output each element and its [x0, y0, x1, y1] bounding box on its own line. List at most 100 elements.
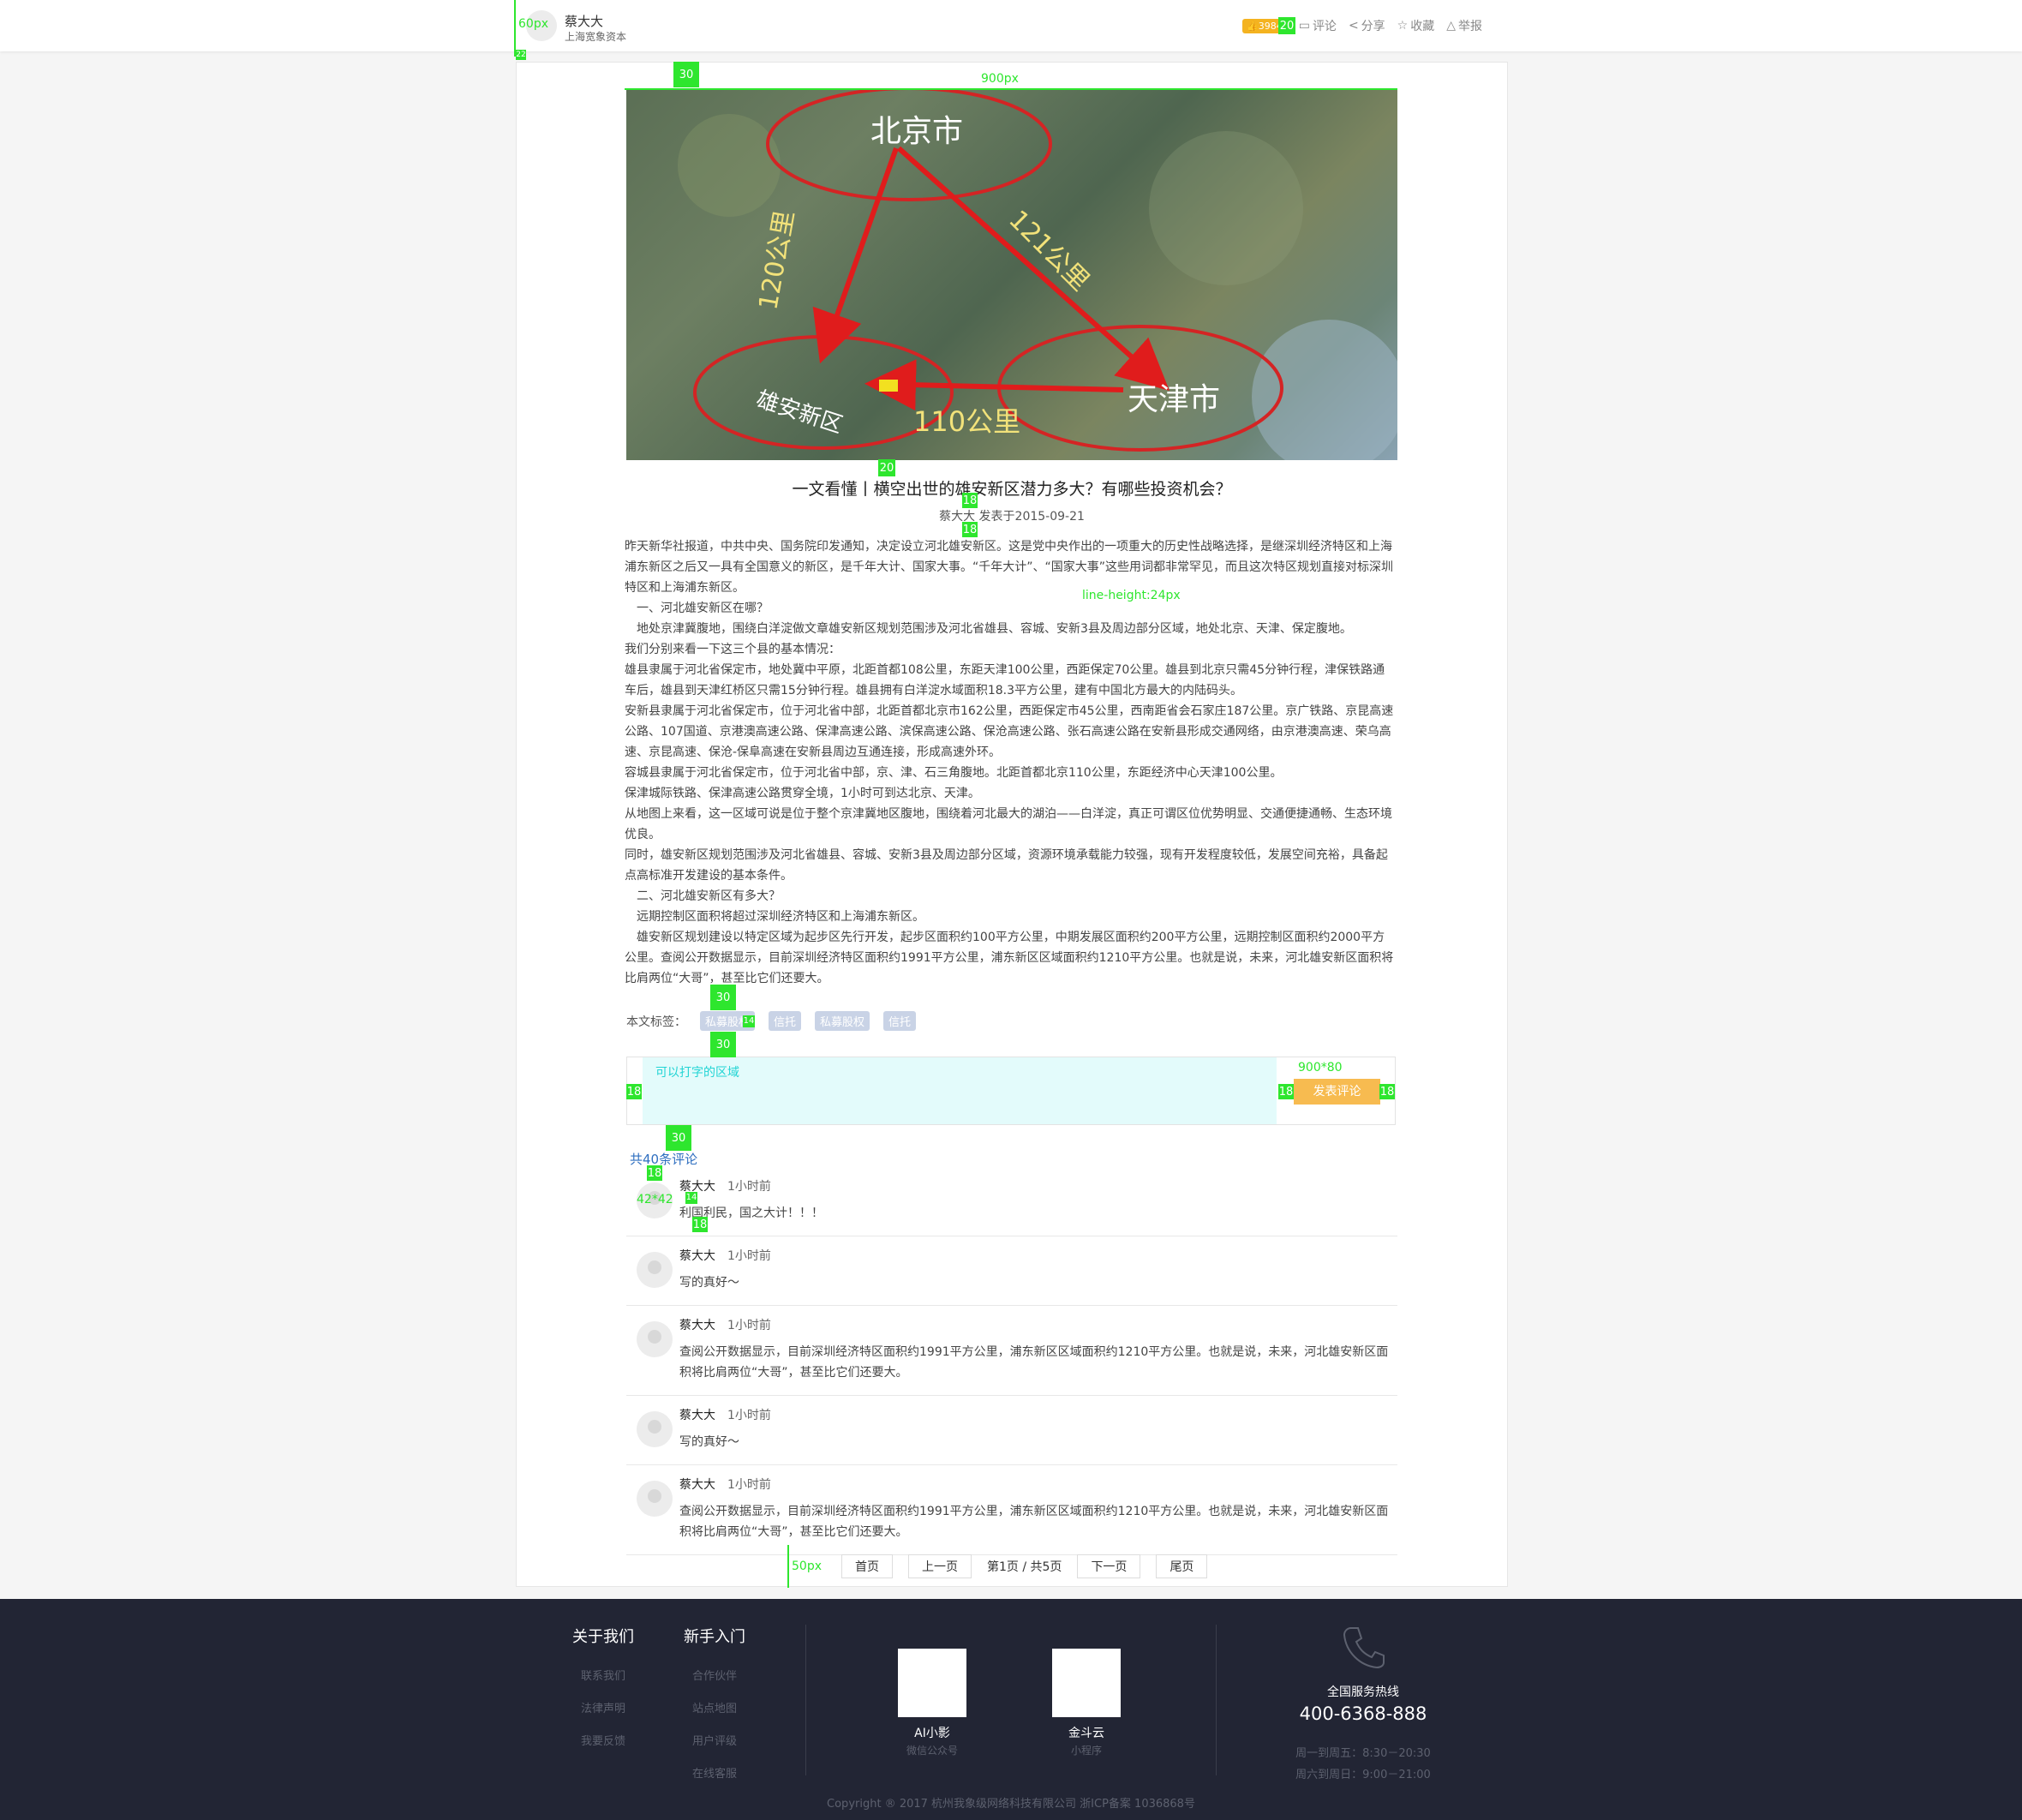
comment-input-placeholder: 可以打字的区域 — [655, 1066, 739, 1080]
report-label: 举报 — [1458, 20, 1483, 33]
comment-item: 蔡大大 1小时前 写的真好～ — [626, 1396, 1397, 1465]
annotation-marker: 18 — [962, 522, 978, 537]
commenter-name[interactable]: 蔡大大 — [679, 1319, 715, 1332]
footer-col-guide: 新手入门 合作伙伴 站点地图 用户评级 在线客服 — [684, 1625, 745, 1791]
star-icon: ☆ — [1397, 19, 1409, 33]
label-distance-1: 120公里 — [753, 208, 800, 313]
author-org: 上海宽象资本 — [565, 31, 627, 43]
comment-list: 蔡大大 1小时前 利国利民，国之大计！！！ 蔡大大 1小时前 写的真好～ 蔡大大 1小… — [626, 1167, 1397, 1555]
paragraph: 昨天新华社报道，中共中央、国务院印发通知，决定设立河北雄安新区。这是党中央作出的… — [625, 540, 1394, 595]
annotation-guide — [625, 88, 1397, 90]
copyright: Copyright ® 2017 杭州我象级网络科技有限公司 浙ICP备案 10… — [827, 1798, 1195, 1811]
page-info: 第1页 / 共5页 — [987, 1560, 1062, 1574]
last-page-button[interactable]: 尾页 — [1156, 1554, 1208, 1578]
share-action[interactable]: < 分享 — [1349, 17, 1385, 34]
footer-link[interactable]: 站点地图 — [684, 1693, 745, 1726]
paragraph: 一、河北雄安新区在哪？ — [625, 602, 769, 615]
footer-link[interactable]: 用户评级 — [684, 1726, 745, 1758]
comment-time: 1小时前 — [727, 1319, 771, 1332]
footer-link[interactable]: 合作伙伴 — [684, 1661, 745, 1693]
comment-time: 1小时前 — [727, 1249, 771, 1263]
comment-icon: ▭ — [1298, 19, 1310, 33]
hero-map-image: 北京市 天津市 雄安新区 120公里 121公里 110公里 — [626, 88, 1397, 460]
qr-code-wechat — [898, 1649, 966, 1717]
annotation-marker: 18 — [692, 1217, 708, 1232]
next-page-button[interactable]: 下一页 — [1077, 1554, 1141, 1578]
comment-count: 共40条评论 — [630, 1152, 698, 1167]
annotation-guide — [787, 1545, 789, 1588]
qr-name: AI小影 — [914, 1727, 950, 1740]
annotation-label: 900px — [981, 72, 1019, 86]
paragraph: 容城县隶属于河北省保定市，位于河北省中部，京、津、石三角腹地。北距首都北京110… — [625, 766, 1283, 780]
annotation-marker: 18 — [626, 1084, 642, 1099]
warning-icon: △ — [1446, 19, 1457, 33]
report-action[interactable]: △ 举报 — [1446, 17, 1482, 34]
service-hours: 周一到周五：8:30－20:30 周六到周日：9:00－21:00 — [1282, 1743, 1445, 1786]
commenter-avatar[interactable] — [637, 1411, 673, 1447]
article-tags: 本文标签： 私募股权 信托 私募股权 信托 — [626, 1011, 917, 1031]
paragraph: 从地图上来看，这一区域可说是位于整个京津冀地区腹地，围绕着河北最大的湖泊——白洋… — [625, 807, 1392, 841]
comment-time: 1小时前 — [727, 1409, 771, 1422]
comment-item: 蔡大大 1小时前 写的真好～ — [626, 1236, 1397, 1306]
paragraph: 安新县隶属于河北省保定市，位于河北省中部，北距首都北京市162公里，西距保定市4… — [625, 704, 1394, 759]
annotation-marker: 30 — [710, 1032, 736, 1057]
paragraph: 二、河北雄安新区有多大？ — [625, 889, 781, 903]
author-name[interactable]: 蔡大大 — [565, 12, 603, 30]
annotation-label: 900*80 — [1298, 1061, 1343, 1075]
footer-divider — [805, 1625, 806, 1775]
annotation-guide — [514, 0, 516, 57]
paragraph: 地处京津冀腹地，围绕白洋淀做文章雄安新区规划范围涉及河北省雄县、容城、安新3县及… — [625, 622, 1352, 636]
annotation-marker: 18 — [647, 1165, 662, 1181]
comment-action[interactable]: ▭ 评论 — [1299, 17, 1337, 34]
commenter-avatar[interactable] — [637, 1481, 673, 1517]
tags-label: 本文标签： — [626, 1015, 686, 1029]
favorite-label: 收藏 — [1410, 20, 1435, 33]
paragraph: 雄安新区规划建设以特定区域为起步区先行开发，起步区面积约100平方公里，中期发展… — [625, 931, 1394, 985]
footer-link[interactable]: 法律声明 — [572, 1693, 634, 1726]
annotation-marker: 30 — [710, 985, 736, 1010]
annotation-marker: 20 — [1278, 17, 1295, 34]
hotline-number[interactable]: 400-6368-888 — [1282, 1703, 1445, 1724]
tag[interactable]: 信托 — [883, 1011, 917, 1031]
submit-comment-button[interactable]: 发表评论 — [1294, 1079, 1380, 1105]
comment-time: 1小时前 — [727, 1478, 771, 1492]
comment-text: 查阅公开数据显示，目前深圳经济特区面积约1991平方公里，浦东新区区域面积约12… — [679, 1505, 1389, 1539]
commenter-avatar[interactable] — [637, 1252, 673, 1288]
commenter-name[interactable]: 蔡大大 — [679, 1249, 715, 1263]
hours-weekend: 周六到周日：9:00－21:00 — [1295, 1769, 1431, 1781]
comment-text: 利国利民，国之大计！！！ — [679, 1206, 823, 1220]
annotation-marker: 30 — [673, 62, 699, 87]
paragraph: 保津城际铁路、保津高速公路贯穿全境，1小时可到达北京、天津。 — [625, 787, 980, 800]
annotation-label: 60px — [518, 17, 548, 31]
qr-sub: 微信公众号 — [906, 1745, 958, 1757]
footer-link[interactable]: 我要反馈 — [572, 1726, 634, 1758]
footer-heading: 关于我们 — [572, 1628, 634, 1646]
comment-item: 蔡大大 1小时前 查阅公开数据显示，目前深圳经济特区面积约1991平方公里，浦东新… — [626, 1306, 1397, 1396]
top-header: 蔡大大 上海宽象资本 👍3984 ▭ 评论 < 分享 ☆ 收藏 △ 举报 — [0, 0, 2022, 51]
annotation-label: 42*42 — [637, 1193, 673, 1206]
favorite-action[interactable]: ☆ 收藏 — [1397, 17, 1435, 34]
comment-label: 评论 — [1312, 20, 1337, 33]
share-icon: < — [1348, 19, 1359, 33]
thumb-up-icon: 👍 — [1247, 20, 1259, 32]
annotation-label: line-height:24px — [1082, 589, 1181, 602]
commenter-name[interactable]: 蔡大大 — [679, 1478, 715, 1492]
commenter-avatar[interactable] — [637, 1321, 673, 1357]
annotation-marker: 18 — [1278, 1084, 1294, 1099]
commenter-name[interactable]: 蔡大大 — [679, 1409, 715, 1422]
footer-link[interactable]: 在线客服 — [684, 1758, 745, 1791]
label-distance-3: 110公里 — [913, 405, 1020, 438]
footer-link[interactable]: 联系我们 — [572, 1661, 634, 1693]
first-page-button[interactable]: 首页 — [841, 1554, 893, 1578]
qr-sub: 小程序 — [1070, 1745, 1102, 1757]
comment-item: 蔡大大 1小时前 利国利民，国之大计！！！ — [626, 1167, 1397, 1236]
annotation-marker: 14 — [685, 1192, 697, 1204]
tag[interactable]: 私募股权 — [815, 1011, 870, 1031]
annotation-marker: 22 — [516, 50, 526, 60]
prev-page-button[interactable]: 上一页 — [908, 1554, 972, 1578]
annotation-marker: 20 — [878, 459, 895, 476]
map-illustration: 北京市 天津市 雄安新区 120公里 121公里 110公里 — [678, 88, 1397, 460]
annotation-marker: 14 — [743, 1015, 755, 1027]
tag[interactable]: 信托 — [769, 1011, 802, 1031]
footer-divider — [1216, 1625, 1217, 1775]
